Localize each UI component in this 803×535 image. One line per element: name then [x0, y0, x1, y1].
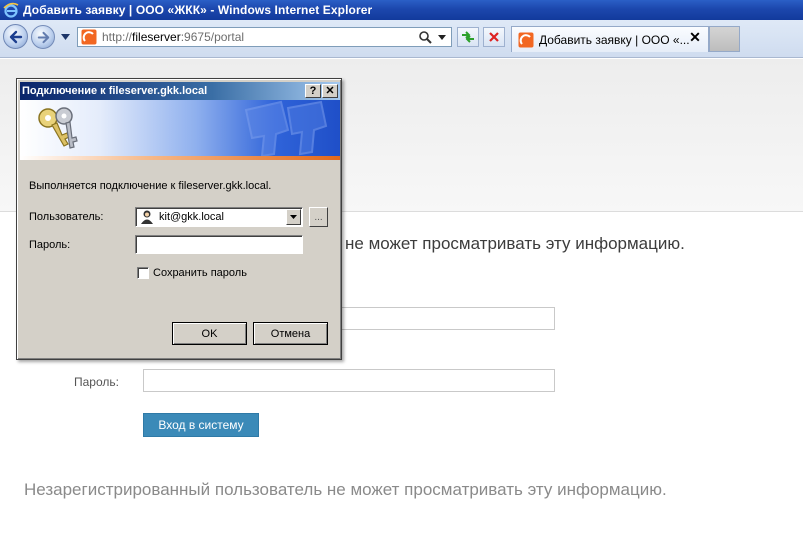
dialog-password-field[interactable] [135, 235, 303, 254]
url-host: fileserver [132, 30, 181, 44]
stop-button[interactable] [483, 27, 505, 47]
dialog-banner [20, 100, 340, 160]
search-icon[interactable] [417, 29, 433, 45]
login-button[interactable]: Вход в систему [143, 413, 259, 437]
refresh-button[interactable] [457, 27, 479, 47]
user-icon [139, 209, 155, 225]
tab-title: Добавить заявку | ООО «... [539, 32, 690, 47]
user-combobox[interactable]: kit@gkk.local [135, 207, 303, 227]
user-dropdown-button[interactable] [286, 209, 301, 225]
user-value: kit@gkk.local [159, 211, 224, 223]
browse-user-button[interactable]: ... [309, 207, 328, 227]
close-button[interactable]: ✕ [322, 84, 338, 98]
new-tab-button[interactable] [709, 26, 740, 52]
address-url[interactable]: http://fileserver:9675/portal [102, 30, 244, 44]
help-button[interactable]: ? [305, 84, 321, 98]
password-field[interactable] [143, 369, 555, 392]
cancel-button[interactable]: Отмена [253, 322, 328, 345]
password-label: Пароль: [74, 375, 119, 389]
address-bar[interactable]: http://fileserver:9675/portal [77, 27, 452, 47]
chevron-down-icon [438, 34, 446, 40]
forward-button[interactable] [31, 25, 55, 49]
browser-tab[interactable]: Добавить заявку | ООО «... [511, 26, 709, 52]
back-button[interactable] [3, 24, 28, 49]
connection-message: Выполняется подключение к fileserver.gkk… [29, 180, 272, 192]
dialog-password-label: Пароль: [29, 239, 71, 251]
keys-watermark-icon [244, 100, 328, 156]
tab-close-button[interactable]: ✕ [688, 29, 702, 45]
banner-stripe [20, 156, 340, 160]
access-warning-bottom: Незарегистрированный пользователь не мож… [24, 480, 667, 499]
ie-logo-icon [3, 2, 19, 18]
chevron-down-icon [60, 34, 70, 40]
recent-pages-button[interactable] [59, 31, 71, 43]
site-favicon-icon [518, 32, 534, 48]
close-icon [489, 32, 499, 42]
chevron-down-icon [290, 215, 297, 219]
navigation-bar: http://fileserver:9675/portal Добавить з… [0, 20, 803, 58]
arrow-right-icon [37, 31, 49, 43]
remember-password-label: Сохранить пароль [153, 267, 247, 279]
site-favicon-icon [81, 29, 97, 45]
dialog-title: Подключение к fileserver.gkk.local [22, 85, 208, 97]
auth-dialog: Подключение к fileserver.gkk.local ? ✕ В… [16, 78, 342, 360]
dialog-titlebar: Подключение к fileserver.gkk.local ? ✕ [20, 82, 340, 100]
refresh-icon [462, 31, 474, 43]
window-title: Добавить заявку | ООО «ЖКК» - Windows In… [23, 3, 373, 17]
url-scheme: http:// [102, 30, 133, 44]
window-titlebar: Добавить заявку | ООО «ЖКК» - Windows In… [0, 0, 803, 20]
ok-button[interactable]: OK [172, 322, 247, 345]
address-dropdown-button[interactable] [435, 29, 449, 45]
keys-icon [38, 107, 78, 149]
arrow-left-icon [9, 30, 22, 43]
user-label: Пользователь: [29, 211, 104, 223]
url-path: :9675/portal [180, 30, 245, 44]
remember-password-option[interactable]: Сохранить пароль [137, 267, 247, 279]
access-warning-top: не может просматривать эту информацию. [345, 234, 685, 253]
remember-password-checkbox[interactable] [137, 267, 149, 279]
